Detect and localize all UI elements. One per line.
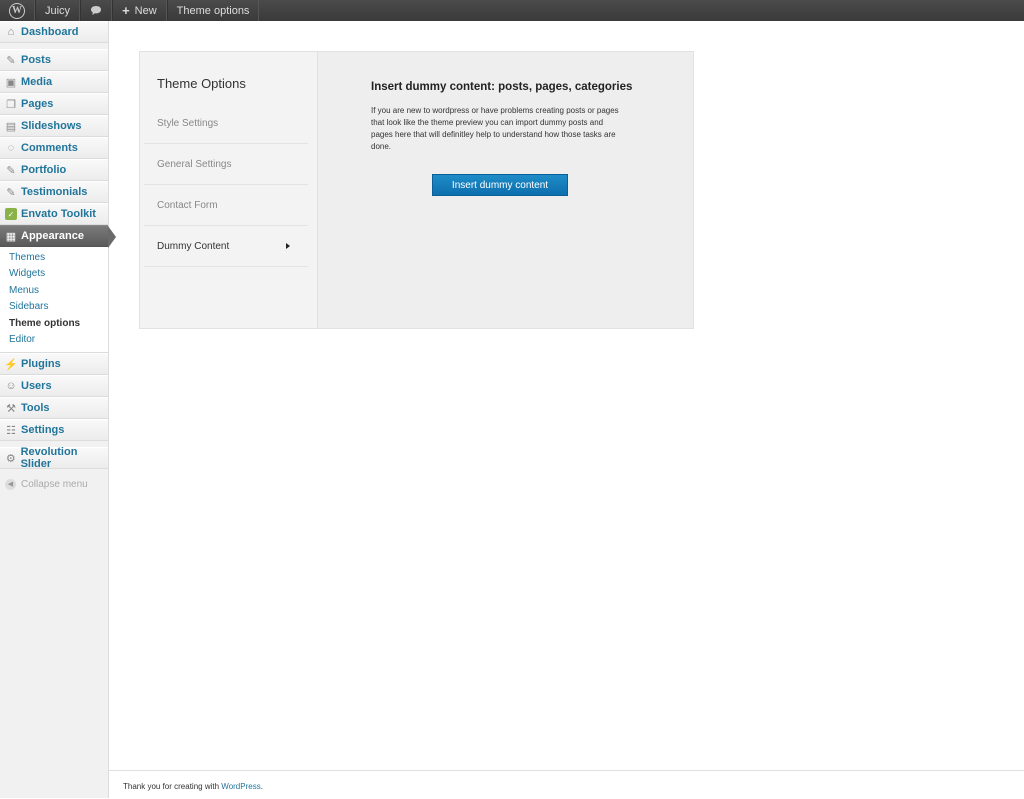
submenu-menus[interactable]: Menus xyxy=(0,282,108,299)
menu-label: Plugins xyxy=(21,358,61,370)
menu-label: Envato Toolkit xyxy=(21,208,96,220)
collapse-menu-label: Collapse menu xyxy=(21,478,88,490)
nav-contact-form[interactable]: Contact Form xyxy=(144,185,308,226)
menu-portfolio[interactable]: ✎ Portfolio xyxy=(0,159,108,181)
menu-media[interactable]: ▣ Media xyxy=(0,71,108,93)
submenu-themes[interactable]: Themes xyxy=(0,249,108,266)
footer-suffix: . xyxy=(260,782,263,791)
menu-users[interactable]: ☺ Users xyxy=(0,375,108,397)
envato-icon: ✓ xyxy=(5,208,17,220)
options-content: Insert dummy content: posts, pages, cate… xyxy=(318,52,693,328)
appearance-submenu: Themes Widgets Menus Sidebars Theme opti… xyxy=(0,247,108,353)
nav-label: Contact Form xyxy=(157,199,218,211)
tools-icon: ⚒ xyxy=(6,402,16,415)
collapse-menu-button[interactable]: ◀ Collapse menu xyxy=(0,473,108,495)
admin-sidebar: ⌂ Dashboard ✎ Posts ▣ Media ❐ Pages ▤ Sl… xyxy=(0,21,116,798)
submenu-sidebars[interactable]: Sidebars xyxy=(0,299,108,316)
comments-button[interactable] xyxy=(80,0,113,21)
wordpress-logo-button[interactable]: W xyxy=(0,0,35,21)
insert-dummy-content-button[interactable]: Insert dummy content xyxy=(432,174,568,196)
comment-bubble-icon xyxy=(91,6,102,15)
media-icon: ▣ xyxy=(5,76,17,89)
menu-label: Media xyxy=(21,76,53,88)
menu-label: Settings xyxy=(21,424,65,436)
menu-dashboard[interactable]: ⌂ Dashboard xyxy=(0,21,108,43)
collapse-arrow-icon: ◀ xyxy=(5,478,16,490)
admin-bar: W Juicy + New Theme options xyxy=(0,0,1024,21)
nav-dummy-content[interactable]: Dummy Content xyxy=(144,226,308,267)
pages-icon: ❐ xyxy=(6,98,16,111)
menu-label: Comments xyxy=(21,142,78,154)
pushpin-icon: ✎ xyxy=(6,54,16,67)
submenu-theme-options[interactable]: Theme options xyxy=(0,315,108,332)
content-description: If you are new to wordpress or have prob… xyxy=(371,106,619,151)
menu-slideshows[interactable]: ▤ Slideshows xyxy=(0,115,108,137)
pushpin-icon: ✎ xyxy=(6,164,16,177)
new-label: New xyxy=(134,4,157,17)
theme-options-adminbar-label: Theme options xyxy=(176,4,250,17)
menu-envato-toolkit[interactable]: ✓ Envato Toolkit xyxy=(0,203,108,225)
house-icon: ⌂ xyxy=(7,26,15,38)
submenu-editor[interactable]: Editor xyxy=(0,332,108,349)
nav-label: General Settings xyxy=(157,158,232,170)
menu-label: Users xyxy=(21,380,52,392)
menu-label: Appearance xyxy=(21,230,84,242)
slideshow-icon: ▤ xyxy=(5,120,17,133)
theme-options-adminbar-link[interactable]: Theme options xyxy=(166,0,260,21)
gear-icon: ⚙ xyxy=(5,452,16,465)
appearance-icon: ▦ xyxy=(5,230,17,243)
site-name-link[interactable]: Juicy xyxy=(35,0,81,21)
menu-label: Posts xyxy=(21,54,51,66)
menu-appearance[interactable]: ▦ Appearance xyxy=(0,225,116,248)
pushpin-icon: ✎ xyxy=(6,186,16,199)
menu-plugins[interactable]: ⚡ Plugins xyxy=(0,353,108,375)
menu-settings[interactable]: ☷ Settings xyxy=(0,419,108,441)
footer-text: Thank you for creating with WordPress. xyxy=(123,782,263,791)
options-title: Theme Options xyxy=(157,76,246,91)
menu-label: Revolution Slider xyxy=(20,446,78,470)
comment-icon: ◌ xyxy=(7,142,15,154)
plus-icon: + xyxy=(122,3,130,18)
menu-label: Tools xyxy=(21,402,50,414)
footer-thanks: Thank you for creating with xyxy=(123,782,222,791)
menu-label: Pages xyxy=(21,98,54,110)
site-name: Juicy xyxy=(45,4,71,17)
menu-label: Portfolio xyxy=(21,164,67,176)
wordpress-icon: W xyxy=(9,2,25,19)
users-icon: ☺ xyxy=(5,380,17,392)
menu-comments[interactable]: ◌ Comments xyxy=(0,137,108,159)
content-title: Insert dummy content: posts, pages, cate… xyxy=(371,81,633,93)
menu-pages[interactable]: ❐ Pages xyxy=(0,93,108,115)
new-content-button[interactable]: + New xyxy=(112,0,167,21)
settings-icon: ☷ xyxy=(6,424,16,437)
menu-tools[interactable]: ⚒ Tools xyxy=(0,397,108,419)
menu-testimonials[interactable]: ✎ Testimonials xyxy=(0,181,108,203)
menu-label: Dashboard xyxy=(21,26,79,38)
options-nav: Theme Options Style Settings General Set… xyxy=(140,52,318,328)
nav-general-settings[interactable]: General Settings xyxy=(144,144,308,185)
menu-posts[interactable]: ✎ Posts xyxy=(0,49,108,71)
nav-label: Dummy Content xyxy=(157,240,230,252)
arrow-right-icon xyxy=(286,243,290,249)
wordpress-link[interactable]: WordPress xyxy=(221,782,260,791)
options-nav-list: Style Settings General Settings Contact … xyxy=(144,103,308,267)
footer: Thank you for creating with WordPress. xyxy=(109,770,1024,799)
nav-style-settings[interactable]: Style Settings xyxy=(144,103,308,144)
menu-label: Testimonials xyxy=(21,186,88,198)
submenu-widgets[interactable]: Widgets xyxy=(0,266,108,283)
menu-label: Slideshows xyxy=(21,120,82,132)
menu-revolution-slider[interactable]: ⚙ Revolution Slider xyxy=(0,446,108,470)
nav-label: Style Settings xyxy=(157,117,219,129)
plug-icon: ⚡ xyxy=(4,358,18,371)
theme-options-panel: Theme Options Style Settings General Set… xyxy=(139,51,694,329)
